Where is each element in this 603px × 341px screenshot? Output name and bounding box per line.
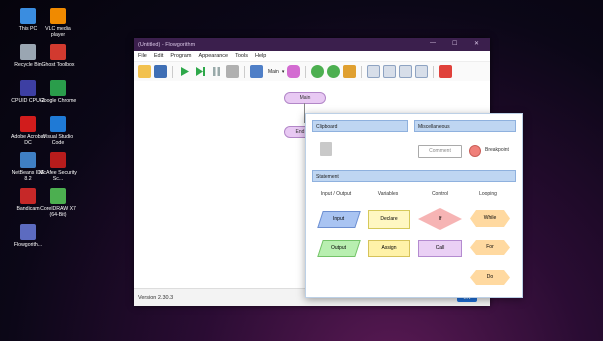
desktop-icon-label: Visual Studio Code xyxy=(42,134,74,146)
toolbar: Main ▾ xyxy=(134,62,490,82)
pause-icon[interactable] xyxy=(210,65,223,78)
variable-watch-icon[interactable] xyxy=(343,65,357,78)
declare-shape[interactable]: Declare xyxy=(368,210,410,229)
app-icon xyxy=(50,44,66,60)
for-shape[interactable]: For xyxy=(470,240,510,255)
maximize-icon[interactable]: ☐ xyxy=(452,40,457,47)
app-icon xyxy=(20,80,36,96)
clipboard-header: Clipboard xyxy=(312,120,408,132)
input-shape[interactable]: Input xyxy=(317,211,361,228)
run-icon[interactable] xyxy=(178,65,191,78)
title-bar: (Untitled) - Flowgorithm — ☐ ✕ xyxy=(134,38,490,51)
column-looping: Looping xyxy=(479,191,497,197)
desktop-icon-label: Google Chrome xyxy=(39,98,77,104)
function-select[interactable]: Main xyxy=(268,69,279,75)
desktop-icon[interactable]: VLC media player xyxy=(38,8,78,38)
toolbar-divider xyxy=(433,65,435,78)
menu-appearance[interactable]: Appearance xyxy=(198,53,228,59)
desktop-icon[interactable]: Visual Studio Code xyxy=(38,116,78,146)
menu-program[interactable]: Program xyxy=(170,53,191,59)
do-shape[interactable]: Do xyxy=(470,270,510,285)
output-shape[interactable]: Output xyxy=(317,240,361,257)
source-code-icon[interactable] xyxy=(383,65,397,78)
shape-palette-popup: Clipboard Miscellaneous Comment Breakpoi… xyxy=(305,113,523,298)
menu-file[interactable]: File xyxy=(138,53,147,59)
window-title: (Untitled) - Flowgorithm xyxy=(138,41,196,48)
statement-header: Statement xyxy=(312,170,516,182)
zoom-out-icon[interactable] xyxy=(327,65,341,78)
save-icon[interactable] xyxy=(154,65,167,78)
toolbar-divider xyxy=(361,65,363,78)
version-label: Version 2.30.3 xyxy=(138,295,174,301)
app-icon xyxy=(50,152,66,168)
app-icon xyxy=(50,8,66,24)
app-icon xyxy=(20,224,36,240)
desktop: This PC VLC media player Recycle Bin Ghost … xyxy=(0,0,603,341)
zoom-in-icon[interactable] xyxy=(311,65,325,78)
open-folder-icon[interactable] xyxy=(138,65,151,78)
desktop-icon[interactable]: McAfee Security Sc... xyxy=(38,152,78,182)
column-control: Control xyxy=(431,191,449,197)
while-shape[interactable]: While xyxy=(470,210,510,227)
desktop-icon[interactable]: Flowgorith... xyxy=(8,224,48,248)
app-icon xyxy=(20,116,36,132)
toolbar-divider xyxy=(172,65,173,78)
breakpoint-label: Breakpoint xyxy=(485,147,509,153)
app-icon xyxy=(20,188,36,204)
desktop-icon-label: CorelDRAW X7 (64-Bit) xyxy=(40,206,76,218)
desktop-icon[interactable]: Ghost Toolbox xyxy=(38,44,78,68)
app-icon xyxy=(20,8,36,24)
column-variables: Variables xyxy=(377,191,399,197)
comment-button[interactable]: Comment xyxy=(418,145,462,158)
desktop-icon-label: Flowgorith... xyxy=(13,242,43,248)
function-manager-icon[interactable] xyxy=(287,65,301,78)
app-icon xyxy=(50,188,66,204)
desktop-icon-label: Ghost Toolbox xyxy=(41,62,75,68)
desktop-icon[interactable]: CorelDRAW X7 (64-Bit) xyxy=(38,188,78,218)
menu-bar: File Edit Program Appearance Tools Help xyxy=(134,51,490,62)
chart-icon[interactable] xyxy=(399,65,413,78)
menu-edit[interactable]: Edit xyxy=(154,53,163,59)
settings-icon[interactable] xyxy=(439,65,453,78)
assign-shape[interactable]: Assign xyxy=(368,240,410,257)
menu-tools[interactable]: Tools xyxy=(235,53,248,59)
close-icon[interactable]: ✕ xyxy=(474,40,479,47)
step-icon[interactable] xyxy=(194,65,207,78)
desktop-icon-label: VLC media player xyxy=(45,26,71,38)
main-node[interactable]: Main xyxy=(284,92,326,104)
desktop-icon[interactable]: Google Chrome xyxy=(38,80,78,104)
app-icon xyxy=(50,80,66,96)
app-icon xyxy=(20,152,36,168)
app-icon xyxy=(50,116,66,132)
breakpoint-icon[interactable] xyxy=(469,145,481,157)
layout-icon[interactable] xyxy=(250,65,263,78)
column-input-output: Input / Output xyxy=(320,191,352,197)
console-icon[interactable] xyxy=(367,65,381,78)
menu-help[interactable]: Help xyxy=(255,53,266,59)
paste-icon[interactable] xyxy=(320,142,332,156)
chevron-down-icon[interactable]: ▾ xyxy=(282,69,285,75)
if-shape[interactable]: If xyxy=(418,208,462,230)
windows-icon[interactable] xyxy=(415,65,429,78)
miscellaneous-header: Miscellaneous xyxy=(414,120,516,132)
toolbar-divider xyxy=(244,65,245,78)
call-shape[interactable]: Call xyxy=(418,240,462,257)
desktop-icon-label: McAfee Security Sc... xyxy=(39,170,77,182)
minimize-icon[interactable]: — xyxy=(430,40,436,46)
app-icon xyxy=(20,44,36,60)
toolbar-divider xyxy=(305,65,307,78)
stop-icon[interactable] xyxy=(226,65,239,78)
